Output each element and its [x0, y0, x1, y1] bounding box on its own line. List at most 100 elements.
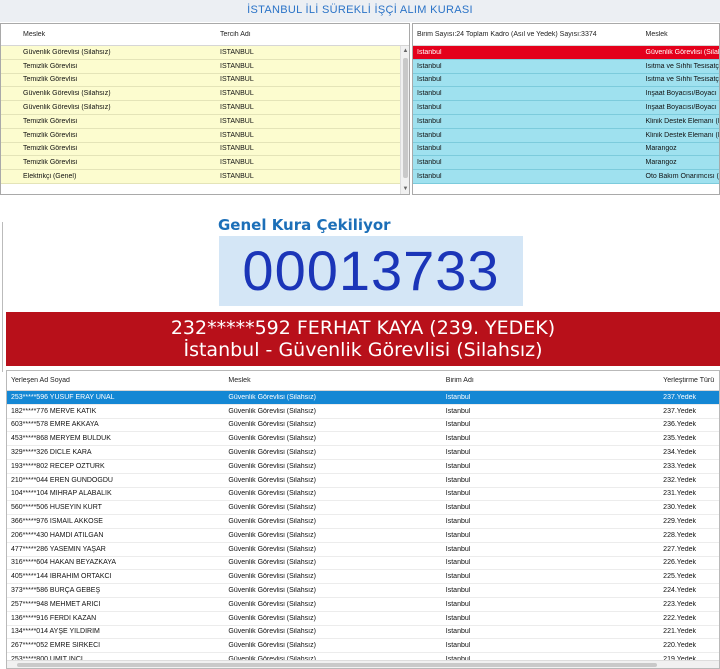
table-cell: 373*****586 BURÇA GEBEŞ: [11, 587, 101, 595]
table-cell: İstanbul: [445, 393, 471, 401]
draw-number-box: 00013733: [219, 236, 523, 306]
table-row[interactable]: 316*****604 HAKAN BEYAZKAYA Güvenlik Göre…: [7, 556, 719, 571]
scroll-up-icon[interactable]: ▲: [401, 46, 409, 56]
table-cell: 453*****868 MERYEM BULDUK: [11, 435, 111, 443]
draw-status-label: Genel Kura Çekiliyor: [218, 216, 391, 234]
table-row[interactable]: 453*****868 MERYEM BULDUK Güvenlik Görevl…: [7, 432, 719, 447]
table-row[interactable]: 136*****916 FERDİ KAZAN Güvenlik Görevlis…: [7, 611, 719, 626]
table-row[interactable]: 329*****326 DİCLE KARA Güvenlik Görevlisi…: [7, 446, 719, 460]
column-header-birim[interactable]: Birim Sayısı:24 Toplam Kadro (Asıl ve Ye…: [413, 31, 642, 38]
table-cell: Güvenlik Görevlisi (Silahsız): [228, 504, 316, 512]
table-cell: 232.Yedek: [663, 476, 697, 484]
table-cell: İstanbul: [445, 559, 471, 567]
table-row[interactable]: 603*****578 EMRE AKKAYA Güvenlik Görevlis…: [7, 418, 719, 433]
scrollbar-thumb[interactable]: [17, 663, 657, 667]
table-cell: İSTANBUL: [220, 90, 254, 98]
table-row[interactable]: 193*****802 RECEP ÖZTÜRK Güvenlik Görevli…: [7, 459, 719, 474]
table-row[interactable]: Temizlik Görevlisi İSTANBUL: [1, 114, 409, 129]
column-header-meslek[interactable]: Meslek: [224, 377, 441, 384]
table-cell: Güvenlik Görevlisi (Silahsız): [228, 614, 316, 622]
table-row[interactable]: Temizlik Görevlisi İSTANBUL: [1, 128, 409, 143]
table-cell: 329*****326 DİCLE KARA: [11, 449, 92, 457]
table-row[interactable]: İstanbul Oto Bakım Onarımcısı (Oto: [413, 170, 719, 184]
table-row[interactable]: 206*****430 HAMDİ ATILGAN Güvenlik Görevl…: [7, 528, 719, 543]
table-cell: 226.Yedek: [663, 559, 697, 567]
table-row[interactable]: 373*****586 BURÇA GEBEŞ Güvenlik Görevlis…: [7, 584, 719, 598]
table-row[interactable]: Temizlik Görevlisi İSTANBUL: [1, 142, 409, 157]
table-row[interactable]: 405*****144 İBRAHİM ORTAKCI Güvenlik Göre…: [7, 570, 719, 585]
table-row[interactable]: 253*****596 YUSUF ERAY ÜNAL Güvenlik Göre…: [7, 391, 719, 405]
table-cell: 228.Yedek: [663, 531, 697, 539]
table-row[interactable]: İstanbul Isıtma ve Sıhhi Tesisatçı: [413, 59, 720, 74]
table-cell: 603*****578 EMRE AKKAYA: [11, 421, 99, 429]
table-cell: 134*****014 AYŞE YILDIRIM: [11, 628, 100, 636]
table-row[interactable]: 182*****776 MERVE KATIK Güvenlik Görevlis…: [7, 404, 719, 419]
table-cell: İstanbul: [445, 407, 471, 415]
table-cell: İstanbul: [445, 490, 471, 498]
table-cell: İSTANBUL: [220, 131, 254, 139]
table-cell: İstanbul: [445, 476, 471, 484]
table-row[interactable]: İstanbul Isıtma ve Sıhhi Tesisatçı: [413, 73, 719, 88]
table-row[interactable]: 267*****052 EMRE SİRKECİ Güvenlik Görevli…: [7, 639, 719, 654]
winner-banner: 232*****592 FERHAT KAYA (239. YEDEK) İst…: [6, 312, 720, 366]
table-row[interactable]: Elektrikçi (Genel) İSTANBUL: [1, 170, 409, 184]
table-cell: Güvenlik Görevlisi (Silahsız): [228, 600, 316, 608]
table-row[interactable]: Temizlik Görevlisi İSTANBUL: [1, 156, 409, 171]
table-row[interactable]: Güvenlik Görevlisi (Silahsız) İSTANBUL: [1, 87, 409, 102]
vertical-scrollbar[interactable]: ▲ ▼: [400, 46, 409, 194]
table-cell: Temizlik Görevlisi: [23, 76, 78, 84]
table-cell: Elektrikçi (Genel): [23, 173, 77, 181]
table-cell: İstanbul: [445, 462, 471, 470]
table-cell: İSTANBUL: [220, 62, 254, 70]
winner-identity: 232*****592 FERHAT KAYA (239. YEDEK): [170, 317, 556, 339]
table-row[interactable]: 560*****506 HÜSEYİN KURT Güvenlik Görevli…: [7, 501, 719, 516]
table-cell: İstanbul: [417, 104, 442, 112]
table-cell: Güvenlik Görevlisi (Silahsız): [228, 476, 316, 484]
preferences-grid[interactable]: Meslek Tercih Adı Güvenlik Görevlisi (Si…: [0, 23, 410, 195]
table-row[interactable]: İstanbul Marangoz: [413, 156, 719, 171]
table-cell: 316*****604 HAKAN BEYAZKAYA: [11, 559, 117, 567]
table-cell: 253*****596 YUSUF ERAY ÜNAL: [11, 393, 115, 401]
table-row[interactable]: Temizlik Görevlisi İSTANBUL: [1, 73, 409, 88]
table-row[interactable]: 257*****948 MEHMET ARICI Güvenlik Görevli…: [7, 597, 719, 612]
table-cell: 225.Yedek: [663, 573, 697, 581]
table-cell: Güvenlik Görevlisi (Silahsız): [228, 642, 316, 650]
table-cell: Temizlik Görevlisi: [23, 62, 78, 70]
table-cell: İnşaat Boyacısı/Boyacı: [645, 90, 717, 98]
units-grid[interactable]: Birim Sayısı:24 Toplam Kadro (Asıl ve Ye…: [412, 23, 720, 195]
grid-body: İstanbulGüvenlik Görevlisi (Silahsız)İst…: [413, 46, 719, 184]
table-row[interactable]: İstanbul Marangoz: [413, 142, 719, 157]
table-row[interactable]: İstanbul Klinik Destek Elemanı (Hasta: [413, 128, 719, 143]
grid-header: Meslek Tercih Adı: [1, 24, 409, 46]
table-cell: 236.Yedek: [663, 421, 697, 429]
column-header-birim[interactable]: Birim Adı: [442, 377, 659, 384]
table-row[interactable]: İstanbul İnşaat Boyacısı/Boyacı: [413, 101, 719, 115]
horizontal-scrollbar[interactable]: [7, 660, 719, 668]
table-cell: 193*****802 RECEP ÖZTÜRK: [11, 462, 105, 470]
table-row[interactable]: 134*****014 AYŞE YILDIRIM Güvenlik Görevl…: [7, 625, 719, 640]
column-header-yerlestirme[interactable]: Yerleştirme Türü: [659, 377, 719, 384]
scrollbar-thumb[interactable]: [403, 58, 408, 178]
table-row[interactable]: 366*****976 İSMAİL AKKÖSE Güvenlik Görevl…: [7, 515, 719, 529]
table-cell: Güvenlik Görevlisi (Silahsız): [645, 48, 720, 56]
table-cell: Güvenlik Görevlisi (Silahsız): [228, 628, 316, 636]
table-row[interactable]: İstanbul Güvenlik Görevlisi (Silahsız): [413, 46, 719, 60]
table-row[interactable]: 210*****044 EREN GÜNDOĞDU Güvenlik Görevl…: [7, 473, 719, 488]
column-header-meslek[interactable]: Meslek: [642, 31, 720, 38]
table-cell: Isıtma ve Sıhhi Tesisatçı: [645, 62, 720, 70]
scroll-down-icon[interactable]: ▼: [401, 184, 409, 194]
table-cell: Güvenlik Görevlisi (Silahsız): [228, 573, 316, 581]
table-cell: Temizlik Görevlisi: [23, 117, 78, 125]
column-header-meslek[interactable]: Meslek: [19, 31, 216, 38]
table-row[interactable]: Güvenlik Görevlisi (Silahsız) İSTANBUL: [1, 101, 409, 115]
table-cell: 206*****430 HAMDİ ATILGAN: [11, 531, 104, 539]
table-row[interactable]: Güvenlik Görevlisi (Silahsız) İSTANBUL: [1, 46, 409, 60]
table-row[interactable]: İstanbul İnşaat Boyacısı/Boyacı: [413, 87, 719, 102]
table-row[interactable]: Temizlik Görevlisi İSTANBUL: [1, 59, 409, 74]
table-row[interactable]: 477*****286 YASEMİN YAŞAR Güvenlik Görevl…: [7, 542, 719, 557]
table-row[interactable]: 104*****104 MİHRAP ALABALIK Güvenlik Göre…: [7, 487, 719, 502]
placed-candidates-grid[interactable]: Yerleşen Ad Soyad Meslek Birim Adı Yerle…: [6, 370, 720, 669]
table-row[interactable]: İstanbul Klinik Destek Elemanı (Hasta: [413, 114, 719, 129]
column-header-tercih[interactable]: Tercih Adı: [216, 31, 396, 38]
column-header-ad-soyad[interactable]: Yerleşen Ad Soyad: [7, 377, 224, 384]
